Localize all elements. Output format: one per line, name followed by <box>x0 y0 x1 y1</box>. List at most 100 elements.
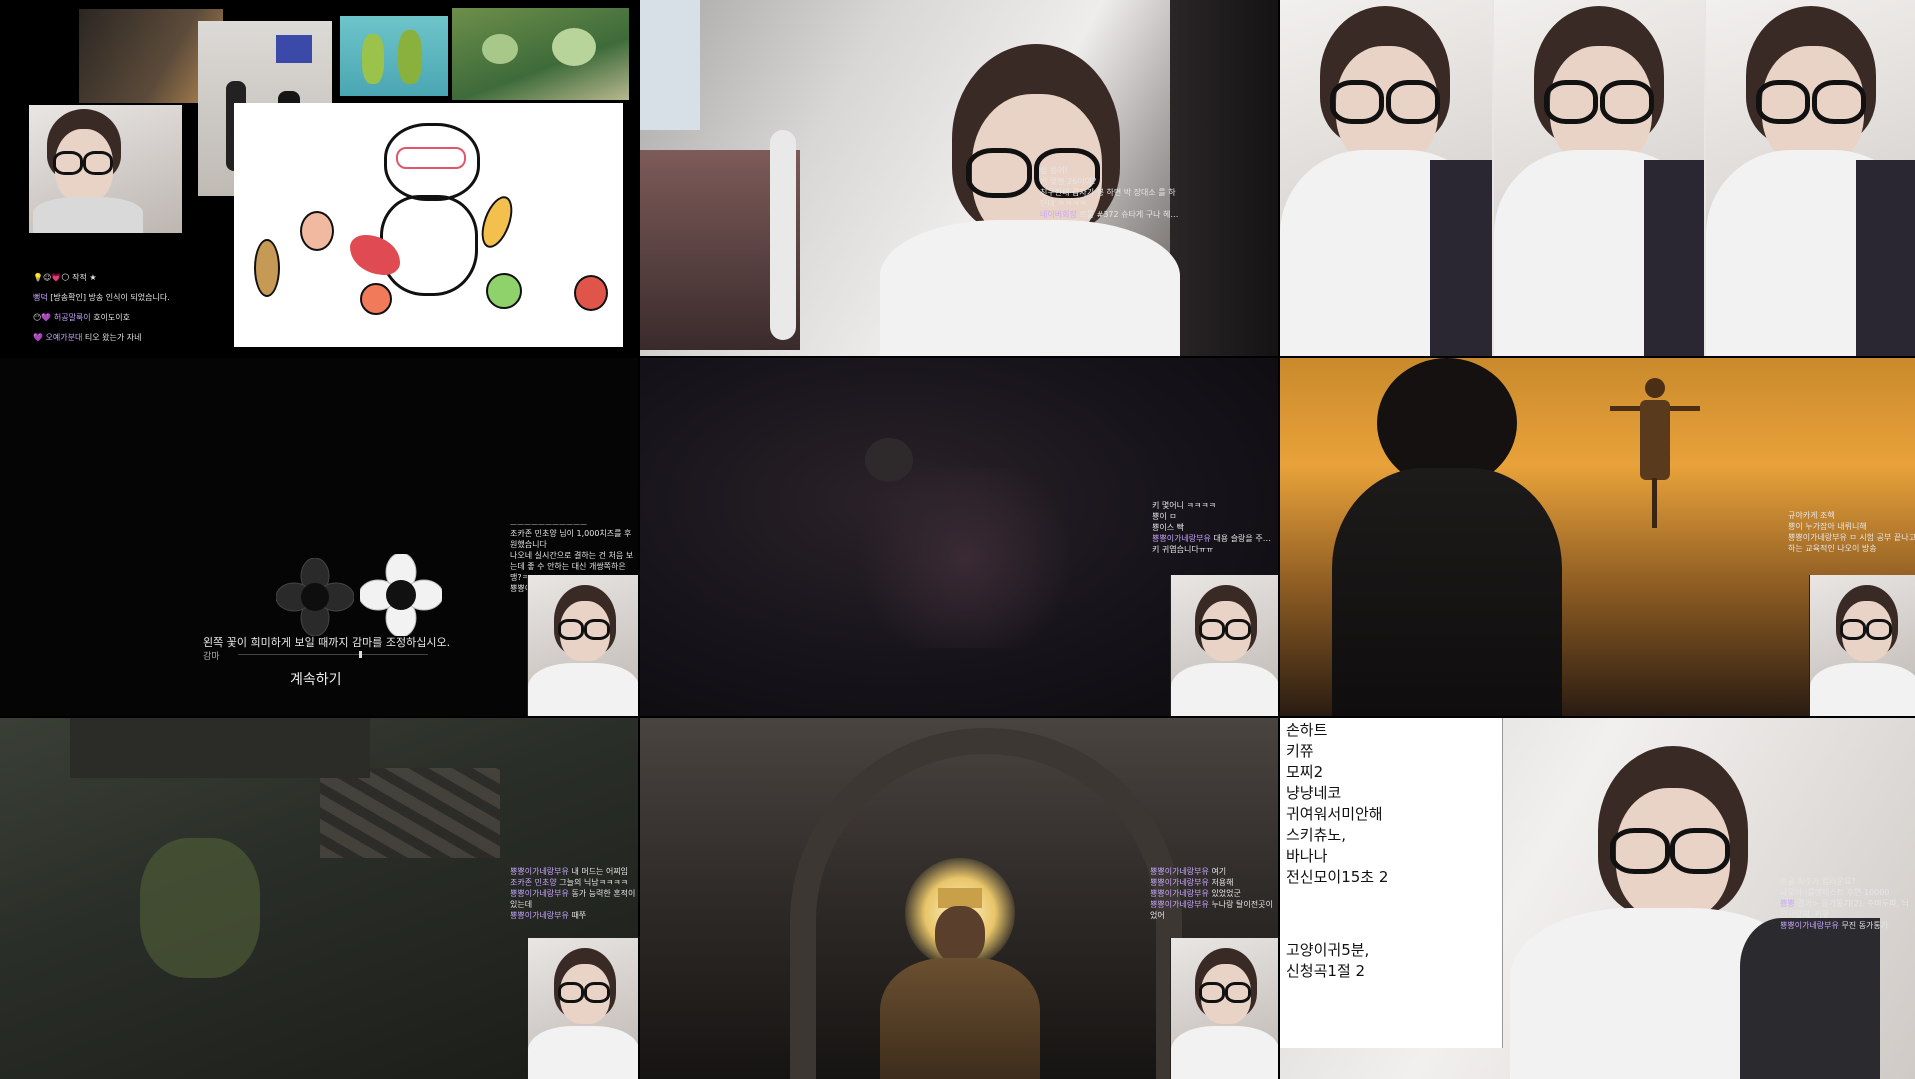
chat-text: 친구한테 갑자기 뿅 하면 박 장대소 를 하던데 ㅋㅋㅋㅋ <box>1040 188 1176 208</box>
webcam-panel-1 <box>1280 0 1492 356</box>
chat-overlay: 뿅뿅이가네랑부유 내 머드는 어찌임 조카존 민초양 그늘의 닉남ㅋㅋㅋㅋ 뿅뿅… <box>510 866 636 921</box>
continue-button[interactable]: 계속하기 <box>290 669 342 689</box>
chat-nick: 뿅뿅이가네랑부유 <box>1150 889 1209 898</box>
game-rock <box>865 438 913 482</box>
webcam-panel-3 <box>1706 0 1915 356</box>
stream-cell-dark-game[interactable]: 키 몇어니 ㅋㅋㅋㅋ 뿅이 ㅁ 뿅이스 빡 뿅뿅이가네랑부유 대용 슬랑을 주기… <box>640 358 1278 716</box>
jacket <box>1740 918 1880 1079</box>
chat-text: 티오 왔는가 자네 <box>84 333 142 342</box>
glasses <box>1610 828 1670 874</box>
mission-list-panel: 손하트 키쮸 모찌2 냥냥네코 귀여워서미안해 스키츄노, 바나나 전신모이15… <box>1280 718 1503 1048</box>
gamma-slider-handle[interactable] <box>359 651 362 658</box>
game-terrain <box>840 468 1090 648</box>
chat-overlay: 뿅뿅이가네랑부유 여기 뿅뿅이가네랑부유 저용해 뿅뿅이가네랑부유 있었었군 뿅… <box>1150 866 1276 921</box>
chat-text: 작적 <box>72 273 87 282</box>
chat-overlay: 키 몇어니 ㅋㅋㅋㅋ 뿅이 ㅁ 뿅이스 빡 뿅뿅이가네랑부유 대용 슬랑을 주기… <box>1152 500 1274 555</box>
chat-text: 그늘의 닉남ㅋㅋㅋㅋ <box>559 878 629 887</box>
chat-text: 호이도이호 <box>93 313 131 322</box>
gamma-label: 감마 <box>203 652 220 662</box>
stream-cell-king-game[interactable]: 뿅뿅이가네랑부유 여기 뿅뿅이가네랑부유 저용해 뿅뿅이가네랑부유 있었었군 뿅… <box>640 718 1278 1079</box>
chat-nick: 뿅뿅이가네랑부유 <box>1152 534 1211 543</box>
chat-text: 트롤 #372 슈타게 구나 헤뱃.. <box>1079 210 1180 219</box>
thumb-cartoon-monsters <box>452 8 629 100</box>
webcam-overlay <box>1809 575 1915 716</box>
chat-text: 결과> 동가통기(2), 수마두파, 닉연사랑해, 키쮸 <box>1780 899 1909 919</box>
flower-bright-icon <box>360 554 442 636</box>
chat-overlay: 잔공 치수가 컵라운요? 나오이 |룰렛테스트 후연 10000 뿅뿅 결과> … <box>1780 876 1915 931</box>
multiview-grid: 💡☺💗🌕 작적 ★ 뻥덕 [방송확인] 방송 인식이 되었습니다. 😶💜 허공말… <box>0 0 1915 1079</box>
list-item: 냥냥네코 <box>1286 784 1342 802</box>
chat-nick: 허공말룩이 <box>53 313 91 322</box>
chat-text: 뿅이 누가잡아 내뤼니해 <box>1788 522 1867 531</box>
chat-text: 나오이 |룰렛테스트 후연 10000 <box>1780 888 1890 897</box>
list-item: 바나나 <box>1286 847 1328 865</box>
person-shirt <box>880 220 1180 356</box>
gamma-instruction: 왼쪽 꽃이 희미하게 보일 때까지 감마를 조정하십시오. <box>203 636 451 649</box>
game-grass <box>140 838 260 978</box>
game-planks <box>320 768 500 858</box>
chat-overlay: 싶 용어! 키 몇짱 26이야? 친구한테 갑자기 뿅 하면 박 장대소 를 하… <box>1040 165 1180 220</box>
list-item: 손하트 <box>1286 721 1328 739</box>
glasses <box>966 148 1032 198</box>
chat-nick: 뿅뿅이가네랑부유 <box>510 867 569 876</box>
chat-nick: 네이버회장 <box>1040 210 1077 219</box>
chat-overlay: 규야카게 조헥 뿅이 누가잡아 내뤼니해 뿅뿅이가네랑부유 ㅁ 시험 공부 끝나… <box>1788 510 1915 554</box>
window <box>640 0 700 130</box>
chat-nick: 뿅뿅 <box>1780 899 1795 908</box>
flower-dim-icon <box>276 558 354 636</box>
chat-nick: 뿅뿅이가네랑부유 <box>1780 921 1839 930</box>
chat-text: 조카존 민초양 님이 1,000치즈를 후원했습니다 <box>510 529 632 549</box>
guitar <box>770 130 796 340</box>
chat-text: 키 몇어니 ㅋㅋㅋㅋ <box>1152 501 1216 510</box>
chat-text: 뿅이 ㅁ <box>1152 512 1177 521</box>
chat-text: 내 머드는 어찌임 <box>571 867 629 876</box>
chat-text: [방송확인] 방송 인식이 되었습니다. <box>50 293 170 302</box>
list-item: 신청곡1절 2 <box>1286 962 1366 980</box>
list-item: 키쮸 <box>1286 742 1314 760</box>
chat-text: 때쭈 <box>571 911 587 920</box>
chat-nick: 뿅뿅이가네랑부유 <box>1150 900 1209 909</box>
list-item: 전신모이15초 2 <box>1286 868 1389 886</box>
chat-text: 여기 <box>1211 867 1227 876</box>
chat-nick: 뿅뿅이가네랑부유 <box>1150 867 1209 876</box>
stream-cell-ruins-game[interactable]: 뿅뿅이가네랑부유 내 머드는 어찌임 조카존 민초양 그늘의 닉남ㅋㅋㅋㅋ 뿅뿅… <box>0 718 638 1079</box>
jacket <box>1170 0 1278 356</box>
king-figure <box>880 888 1040 1079</box>
chat-text: 싶 용어! <box>1040 166 1068 175</box>
chat-text: 저용해 <box>1211 878 1234 887</box>
webcam-panel-2 <box>1494 0 1704 356</box>
chat-text: 키 귀엽습니다ㅠㅠ <box>1152 545 1214 554</box>
chat-text: 대용 슬랑을 주기써 <box>1213 534 1274 543</box>
glasses <box>1670 828 1730 874</box>
stream-cell-sunset-game[interactable]: 규야카게 조헥 뿅이 누가잡아 내뤼니해 뿅뿅이가네랑부유 ㅁ 시험 공부 끝나… <box>1280 358 1915 716</box>
chat-text: 잔공 치수가 컵라운요? <box>1780 877 1856 886</box>
stream-cell-webcam-room[interactable]: 싶 용어! 키 몇짱 26이야? 친구한테 갑자기 뿅 하면 박 장대소 를 하… <box>640 0 1278 356</box>
webcam-thumbnail <box>29 105 182 233</box>
chat-text: 있었었군 <box>1211 889 1241 898</box>
list-item: 고양이귀5분, <box>1286 941 1370 959</box>
scarecrow <box>1610 378 1700 528</box>
list-item: 스키츄노, <box>1286 826 1346 844</box>
list-item: 모찌2 <box>1286 763 1324 781</box>
webcam-overlay <box>1170 938 1278 1079</box>
game-structure <box>70 718 370 778</box>
chat-overlay: 💡☺💗🌕 작적 ★ 뻥덕 [방송확인] 방송 인식이 되었습니다. 😶💜 허공말… <box>33 273 170 342</box>
chat-nick: 뿅뿅이가네랑부유 <box>510 911 569 920</box>
stream-cell-menu-webcam[interactable]: 손하트 키쮸 모찌2 냥냥네코 귀여워서미안해 스키츄노, 바나나 전신모이15… <box>1280 718 1915 1079</box>
gamma-slider[interactable] <box>238 651 428 658</box>
stream-cell-triple-webcam[interactable] <box>1280 0 1915 356</box>
chat-text: 키 몇짱 26이야? <box>1040 177 1097 186</box>
stream-cell-gamma-settings[interactable]: 왼쪽 꽃이 희미하게 보일 때까지 감마를 조정하십시오. 감마 계속하기 ——… <box>0 358 638 716</box>
chat-text: 무진 동가통가 <box>1841 921 1889 930</box>
stream-cell-collage[interactable]: 💡☺💗🌕 작적 ★ 뻥덕 [방송확인] 방송 인식이 되었습니다. 😶💜 허공말… <box>0 0 638 356</box>
chat-nick: 뻥덕 <box>33 293 48 302</box>
chat-text: 뿅이스 빡 <box>1152 523 1184 532</box>
webcam-overlay <box>527 938 638 1079</box>
owl-drawing <box>234 103 623 347</box>
list-item: 귀여워서미안해 <box>1286 805 1383 823</box>
chat-text: 뿅뿅이가네랑부유 ㅁ 시험 공부 끝나고 하는 교육적인 나오이 방송 <box>1788 533 1915 553</box>
chat-nick: 뿅뿅이가네랑부유 <box>1150 878 1209 887</box>
chat-text: 규야카게 조헥 <box>1788 511 1835 520</box>
webcam-overlay <box>1170 575 1278 716</box>
character-back <box>1332 358 1562 716</box>
